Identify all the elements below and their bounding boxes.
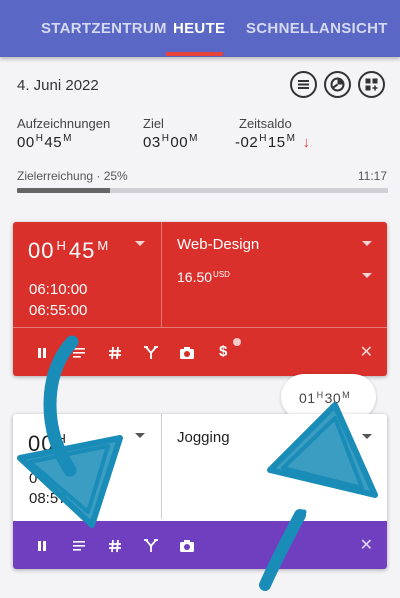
arrow-down-icon: ↓	[302, 134, 311, 151]
tab-schnellansicht[interactable]: SCHNELLANSICHT	[246, 20, 388, 37]
pause-icon[interactable]	[33, 537, 51, 555]
entry-start-time[interactable]: 06:10:00	[29, 281, 87, 298]
project-name[interactable]: Web-Design	[177, 236, 259, 253]
vertical-divider	[161, 222, 162, 327]
merge-icon[interactable]	[142, 344, 160, 362]
goal-progress-fill	[17, 188, 110, 193]
close-icon[interactable]: ✕	[360, 342, 373, 362]
entry-end-time[interactable]: 06:55:00	[29, 302, 87, 319]
list-icon[interactable]	[290, 71, 317, 98]
goal-progress-label: Zielerreichung · 25%	[17, 169, 128, 183]
hashtag-icon[interactable]	[106, 537, 124, 555]
balance-label: Zeitsaldo	[239, 116, 292, 131]
camera-icon[interactable]	[178, 344, 196, 362]
duration-dropdown-icon[interactable]	[135, 241, 145, 246]
add-grid-icon[interactable]	[358, 71, 385, 98]
project-dropdown-icon[interactable]	[362, 241, 372, 246]
entry-duration: 00 H	[28, 431, 67, 456]
tab-startzentrum[interactable]: STARTZENTRUM	[41, 20, 167, 37]
notes-icon[interactable]	[70, 344, 88, 362]
goal-progress-bar	[17, 188, 388, 193]
hashtag-icon[interactable]	[106, 344, 124, 362]
tab-bar: STARTZENTRUM HEUTE SCHNELLANSICHT	[0, 0, 400, 57]
goal-value: 03H00M	[143, 133, 198, 151]
entry-start-time[interactable]: 0	[29, 470, 37, 487]
project-name[interactable]: Jogging	[177, 429, 230, 446]
close-icon[interactable]: ✕	[360, 535, 373, 555]
camera-icon[interactable]	[178, 537, 196, 555]
dollar-icon[interactable]: $	[219, 343, 227, 360]
vertical-divider	[161, 414, 162, 519]
time-entry-card-jogging[interactable]: 00 H 0 08:57 Jogging ✕	[13, 414, 387, 569]
merge-icon[interactable]	[142, 537, 160, 555]
goal-label: Ziel	[143, 116, 164, 131]
tab-heute[interactable]: HEUTE	[173, 20, 225, 37]
notes-icon[interactable]	[70, 537, 88, 555]
entry-action-bar: ✕	[13, 521, 387, 569]
current-date: 4. Juni 2022	[17, 77, 99, 94]
records-label: Aufzeichnungen	[17, 116, 111, 131]
hourly-rate[interactable]: 16.50USD	[177, 269, 230, 285]
entry-duration: 00 H45 M	[28, 238, 110, 263]
pie-chart-icon[interactable]	[324, 71, 351, 98]
notification-dot	[233, 338, 241, 346]
balance-value: -02H15M ↓	[235, 133, 311, 151]
active-tab-indicator	[166, 52, 223, 56]
records-value: 00H45M	[17, 133, 72, 151]
entry-action-bar: $ ✕	[13, 328, 387, 376]
time-entry-card-web-design[interactable]: 00 H45 M 06:10:00 06:55:00 Web-Design 16.5…	[13, 222, 387, 376]
rate-dropdown-icon[interactable]	[362, 273, 372, 278]
project-dropdown-icon[interactable]	[362, 434, 372, 439]
pause-icon[interactable]	[33, 344, 51, 362]
entry-end-time[interactable]: 08:57	[29, 490, 67, 507]
duration-dropdown-icon[interactable]	[135, 433, 145, 438]
current-time: 11:17	[357, 169, 387, 183]
